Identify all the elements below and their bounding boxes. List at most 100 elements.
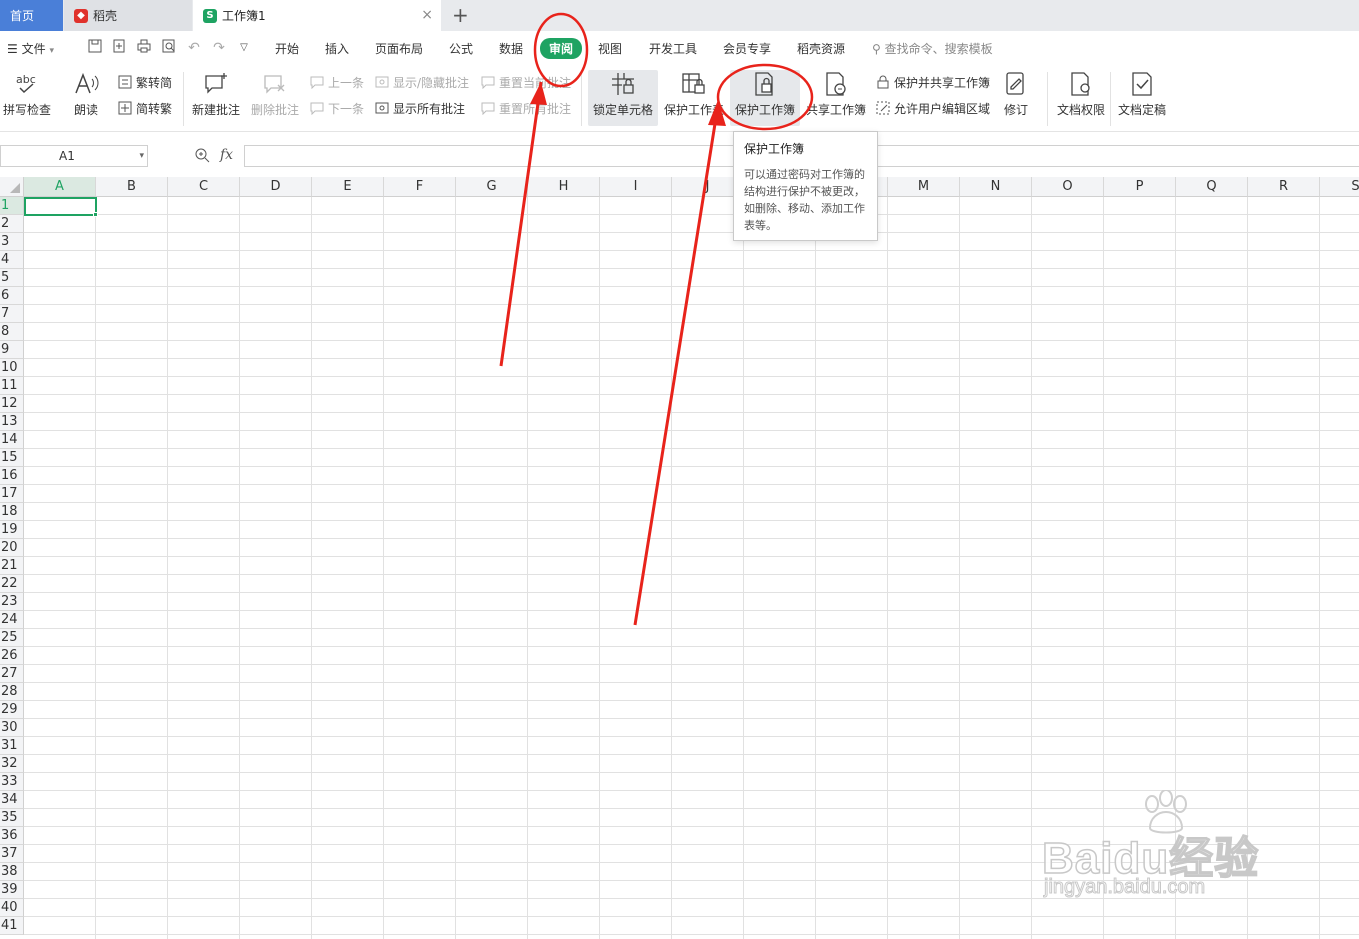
row-header[interactable]: 3: [0, 233, 24, 251]
row-header[interactable]: 40: [0, 899, 24, 917]
row-header[interactable]: 2: [0, 215, 24, 233]
row-header[interactable]: 11: [0, 377, 24, 395]
column-header[interactable]: D: [240, 177, 312, 197]
menu-start[interactable]: 开始: [275, 40, 299, 57]
name-box[interactable]: A1 ▾: [0, 145, 148, 167]
row-header[interactable]: 19: [0, 521, 24, 539]
menu-member[interactable]: 会员专享: [723, 40, 771, 57]
row-header[interactable]: 29: [0, 701, 24, 719]
chevron-down-icon[interactable]: ▾: [139, 146, 144, 166]
allow-edit-ranges-button[interactable]: 允许用户编辑区域: [875, 98, 990, 118]
row-header[interactable]: 17: [0, 485, 24, 503]
fill-handle[interactable]: [93, 212, 98, 217]
row-header[interactable]: 28: [0, 683, 24, 701]
new-comment-button[interactable]: 新建批注: [192, 70, 240, 126]
tab-workbook[interactable]: S 工作簿1 ×: [193, 0, 441, 31]
column-header[interactable]: R: [1248, 177, 1320, 197]
lock-cells-button[interactable]: 锁定单元格: [588, 70, 658, 126]
print-preview-icon[interactable]: [160, 39, 178, 57]
row-header[interactable]: 25: [0, 629, 24, 647]
column-header[interactable]: C: [168, 177, 240, 197]
menu-developer[interactable]: 开发工具: [649, 40, 697, 57]
menu-daoke-resources[interactable]: 稻壳资源: [797, 40, 845, 57]
row-header[interactable]: 8: [0, 323, 24, 341]
row-header[interactable]: 15: [0, 449, 24, 467]
menu-insert[interactable]: 插入: [325, 40, 349, 57]
row-header[interactable]: 18: [0, 503, 24, 521]
column-header[interactable]: O: [1032, 177, 1104, 197]
row-header[interactable]: 38: [0, 863, 24, 881]
row-header[interactable]: 13: [0, 413, 24, 431]
menu-data[interactable]: 数据: [499, 40, 523, 57]
row-header[interactable]: 34: [0, 791, 24, 809]
reset-current-comment-button[interactable]: 重置当前批注: [480, 72, 571, 92]
row-header[interactable]: 33: [0, 773, 24, 791]
customize-toolbar-icon[interactable]: ▽: [235, 39, 253, 57]
row-header[interactable]: 10: [0, 359, 24, 377]
column-header[interactable]: F: [384, 177, 456, 197]
row-header[interactable]: 9: [0, 341, 24, 359]
show-hide-comment-button[interactable]: 显示/隐藏批注: [374, 72, 469, 92]
column-header[interactable]: G: [456, 177, 528, 197]
row-header[interactable]: 32: [0, 755, 24, 773]
command-search[interactable]: ⚲ 查找命令、搜索模板: [872, 40, 993, 57]
insert-function-button[interactable]: fx: [220, 147, 233, 163]
doc-permission-button[interactable]: 文档权限: [1057, 70, 1105, 126]
column-header[interactable]: H: [528, 177, 600, 197]
row-header[interactable]: 5: [0, 269, 24, 287]
row-header[interactable]: 35: [0, 809, 24, 827]
row-header[interactable]: 36: [0, 827, 24, 845]
tab-daoke[interactable]: ◆ 稻壳: [64, 0, 192, 31]
row-header[interactable]: 4: [0, 251, 24, 269]
row-header[interactable]: 27: [0, 665, 24, 683]
row-header[interactable]: 12: [0, 395, 24, 413]
menu-formula[interactable]: 公式: [449, 40, 473, 57]
simp-to-trad-button[interactable]: 简转繁: [117, 98, 172, 118]
prev-comment-button[interactable]: 上一条: [309, 72, 364, 92]
row-header[interactable]: 24: [0, 611, 24, 629]
row-header[interactable]: 22: [0, 575, 24, 593]
zoom-icon[interactable]: [194, 147, 210, 166]
new-tab-button[interactable]: +: [452, 3, 469, 27]
row-header[interactable]: 23: [0, 593, 24, 611]
print-icon[interactable]: [135, 39, 153, 57]
row-header[interactable]: 41: [0, 917, 24, 935]
menu-page-layout[interactable]: 页面布局: [375, 40, 423, 57]
delete-comment-button[interactable]: 删除批注: [251, 70, 299, 126]
row-header[interactable]: 39: [0, 881, 24, 899]
file-menu[interactable]: ☰ 文件 ▾: [7, 40, 54, 57]
undo-icon[interactable]: ↶: [185, 39, 203, 57]
redo-icon[interactable]: ↷: [210, 39, 228, 57]
row-header[interactable]: 21: [0, 557, 24, 575]
row-header[interactable]: 20: [0, 539, 24, 557]
spell-check-button[interactable]: abc 拼写检查: [3, 70, 51, 126]
row-header[interactable]: 37: [0, 845, 24, 863]
active-cell[interactable]: [24, 197, 97, 216]
row-header[interactable]: 14: [0, 431, 24, 449]
protect-sheet-button[interactable]: 保护工作表: [664, 70, 724, 126]
protect-workbook-button[interactable]: 保护工作簿: [730, 70, 800, 126]
save-icon[interactable]: [86, 39, 104, 57]
export-pdf-icon[interactable]: [110, 39, 128, 57]
row-header[interactable]: 1: [0, 197, 24, 215]
revise-button[interactable]: 修订: [1002, 70, 1030, 126]
read-aloud-button[interactable]: 朗读: [72, 70, 100, 126]
row-header[interactable]: 7: [0, 305, 24, 323]
column-header[interactable]: M: [888, 177, 960, 197]
column-header[interactable]: B: [96, 177, 168, 197]
finalize-button[interactable]: 文档定稿: [1118, 70, 1166, 126]
row-header[interactable]: 26: [0, 647, 24, 665]
row-header[interactable]: 6: [0, 287, 24, 305]
trad-to-simp-button[interactable]: 繁转简: [117, 72, 172, 92]
show-all-comments-button[interactable]: 显示所有批注: [374, 98, 465, 118]
reset-all-comments-button[interactable]: 重置所有批注: [480, 98, 571, 118]
row-header[interactable]: 16: [0, 467, 24, 485]
column-header[interactable]: P: [1104, 177, 1176, 197]
row-header[interactable]: 31: [0, 737, 24, 755]
column-header[interactable]: Q: [1176, 177, 1248, 197]
column-header[interactable]: E: [312, 177, 384, 197]
column-header[interactable]: A: [24, 177, 96, 197]
close-tab-icon[interactable]: ×: [421, 7, 433, 23]
protect-and-share-button[interactable]: 保护并共享工作簿: [875, 72, 990, 92]
share-workbook-button[interactable]: 共享工作簿: [806, 70, 866, 126]
